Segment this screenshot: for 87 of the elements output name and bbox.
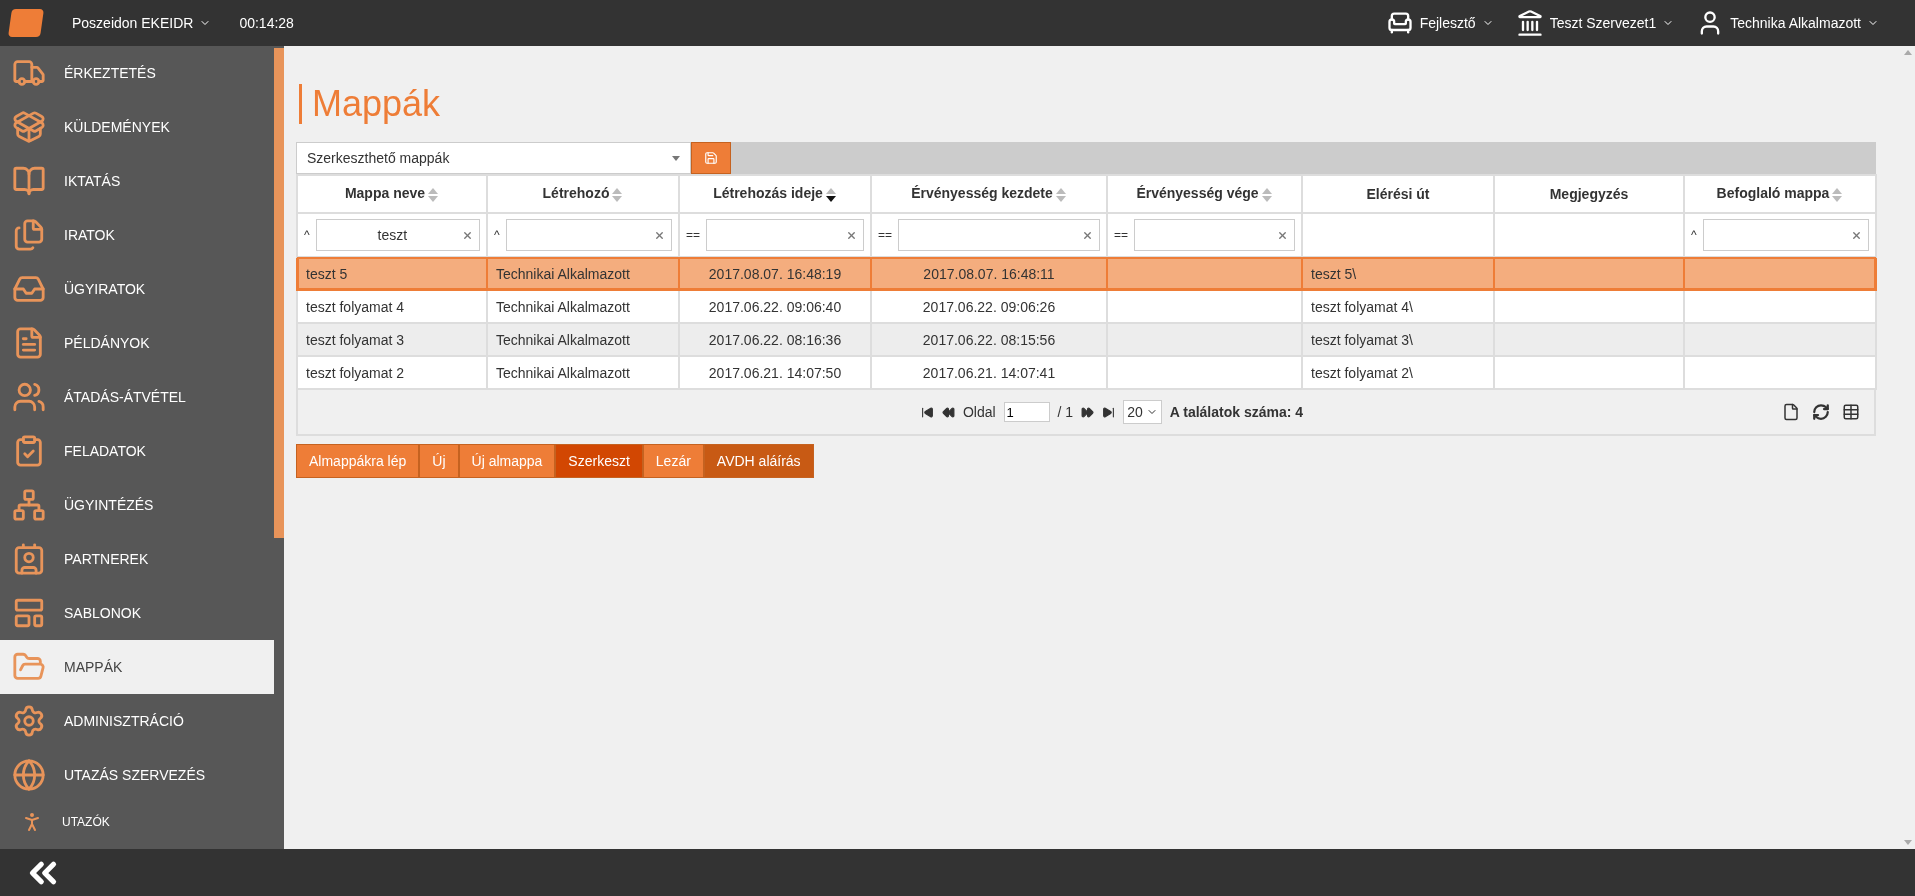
- column-header[interactable]: Érvényesség vége: [1107, 175, 1302, 213]
- filter-operator[interactable]: ^: [1691, 228, 1697, 242]
- table-row[interactable]: teszt 5 Technikai Alkalmazott 2017.08.07. 16:48:19 2017.08.07. 16:48:11 teszt 5\: [297, 257, 1876, 290]
- sidebar-item[interactable]: PARTNEREK: [0, 532, 274, 586]
- save-icon: [704, 151, 718, 165]
- table-icon[interactable]: [1842, 403, 1860, 421]
- sidebar-item[interactable]: ÉRKEZTETÉS: [0, 46, 274, 100]
- column-header[interactable]: Érvényesség kezdete: [871, 175, 1107, 213]
- sidebar-item[interactable]: UTAZÓK: [0, 802, 274, 842]
- table-row[interactable]: teszt folyamat 2 Technikai Alkalmazott 2017.06.21. 14:07:50 2017.06.21. 14:07:41 teszt folyamat 2\: [297, 356, 1876, 389]
- action-button[interactable]: Szerkeszt: [555, 444, 643, 478]
- page-title: Mappák: [299, 84, 1886, 124]
- clear-icon[interactable]: [846, 229, 857, 241]
- sidebar-item[interactable]: KÜLDEMÉNYEK: [0, 100, 274, 154]
- documents-icon: [12, 218, 46, 252]
- settings-icon: [12, 704, 46, 738]
- table-cell: teszt folyamat 2: [297, 356, 487, 389]
- filter-field[interactable]: [505, 219, 672, 251]
- app-menu[interactable]: Poszeidon EKEIDR: [72, 15, 212, 31]
- network-icon: [12, 488, 46, 522]
- page-count: / 1: [1057, 404, 1074, 420]
- table-cell: 2017.06.21. 14:07:41: [871, 356, 1107, 389]
- filter-field[interactable]: [1134, 219, 1295, 251]
- sidebar-item[interactable]: FELADATOK: [0, 424, 274, 478]
- sidebar-item[interactable]: UTAZÁS SZERVEZÉS: [0, 748, 274, 802]
- result-count: A találatok száma: 4: [1169, 404, 1304, 420]
- sidebar-item[interactable]: ÜGYIRATOK: [0, 262, 274, 316]
- role-menu[interactable]: Fejlesztő: [1385, 9, 1494, 37]
- clear-icon[interactable]: [462, 229, 473, 241]
- contact-card-icon: [12, 542, 46, 576]
- filter-field[interactable]: [706, 219, 864, 251]
- clear-icon[interactable]: [1851, 229, 1862, 241]
- page-input[interactable]: 1: [1003, 402, 1050, 422]
- column-header[interactable]: Mappa neve: [297, 175, 487, 213]
- column-header[interactable]: Befoglaló mappa: [1684, 175, 1876, 213]
- filter-field[interactable]: teszt: [315, 219, 480, 251]
- clear-icon[interactable]: [1277, 229, 1288, 241]
- sidebar-item[interactable]: ADMINISZTRÁCIÓ: [0, 694, 274, 748]
- caret-icon: [672, 155, 680, 161]
- column-header[interactable]: Megjegyzés: [1494, 175, 1684, 213]
- page-size-select[interactable]: 20: [1123, 400, 1162, 424]
- app-logo[interactable]: [8, 9, 44, 37]
- filter-operator[interactable]: ==: [878, 228, 892, 242]
- sidebar-item[interactable]: MAPPÁK: [0, 640, 274, 694]
- user-menu[interactable]: Technika Alkalmazott: [1696, 9, 1879, 37]
- save-button[interactable]: [691, 142, 731, 174]
- clear-icon[interactable]: [654, 229, 665, 241]
- table-row[interactable]: teszt folyamat 4 Technikai Alkalmazott 2017.06.22. 09:06:40 2017.06.22. 09:06:26 teszt folyamat 4\: [297, 290, 1876, 323]
- filter-operator[interactable]: ^: [304, 228, 310, 242]
- document-icon[interactable]: [1782, 403, 1800, 421]
- column-header[interactable]: Létrehozó: [487, 175, 679, 213]
- open-book-icon: [12, 164, 46, 198]
- table-row[interactable]: teszt folyamat 3 Technikai Alkalmazott 2017.06.22. 08:16:36 2017.06.22. 08:15:56 teszt folyamat 3\: [297, 323, 1876, 356]
- filter-operator[interactable]: ^: [494, 228, 500, 242]
- sidebar-item[interactable]: SABLONOK: [0, 586, 274, 640]
- sidebar-item[interactable]: IKTATÁS: [0, 154, 274, 208]
- sidebar-item[interactable]: PÉLDÁNYOK: [0, 316, 274, 370]
- filter-operator[interactable]: ==: [686, 228, 700, 242]
- view-select[interactable]: Szerkeszthető mappák: [296, 142, 691, 174]
- refresh-icon[interactable]: [1812, 403, 1830, 421]
- table-cell: 2017.06.21. 14:07:50: [679, 356, 871, 389]
- next-page-button[interactable]: [1081, 405, 1095, 419]
- clear-icon[interactable]: [1082, 229, 1093, 241]
- page-label: Oldal: [962, 404, 996, 420]
- table-cell: teszt folyamat 2\: [1302, 356, 1494, 389]
- scrollbar-thumb[interactable]: [274, 48, 284, 538]
- previous-page-button[interactable]: [941, 405, 955, 419]
- sort-icon[interactable]: [824, 186, 837, 203]
- filter-field[interactable]: [898, 219, 1100, 251]
- template-icon: [12, 596, 46, 630]
- filter-field[interactable]: [1702, 219, 1869, 251]
- column-header[interactable]: Elérési út: [1302, 175, 1494, 213]
- action-button[interactable]: AVDH aláírás: [703, 444, 814, 478]
- sidebar-item[interactable]: IRATOK: [0, 208, 274, 262]
- globe-icon: [12, 758, 46, 792]
- sidebar-item[interactable]: ÜGYINTÉZÉS: [0, 478, 274, 532]
- sidebar-item[interactable]: ÁTADÁS-ÁTVÉTEL: [0, 370, 274, 424]
- first-page-button[interactable]: [920, 405, 934, 419]
- open-box-icon: [12, 110, 46, 144]
- column-header[interactable]: Létrehozás ideje: [679, 175, 871, 213]
- session-timer: 00:14:28: [239, 15, 294, 31]
- filter-operator[interactable]: ==: [1114, 228, 1128, 242]
- bank-building-icon: [1515, 9, 1544, 37]
- people-icon: [12, 380, 46, 414]
- table-cell: Technikai Alkalmazott: [487, 356, 679, 389]
- last-page-button[interactable]: [1102, 405, 1116, 419]
- organization-menu[interactable]: Teszt Szervezet1: [1515, 9, 1675, 37]
